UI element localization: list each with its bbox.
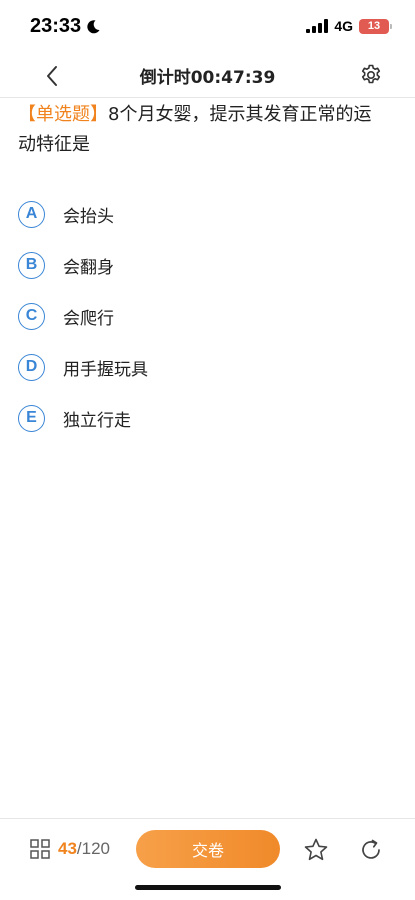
signal-icon [306, 19, 329, 33]
status-indicators: 4G 13 [306, 18, 392, 34]
total-questions: /120 [76, 839, 111, 858]
question-progress: 43/120 [58, 839, 110, 859]
status-bar: 23:33 4G 13 [0, 0, 415, 54]
nav-bar: 倒计时00:47:39 [0, 54, 415, 98]
star-icon[interactable] [303, 837, 329, 863]
option-text: 会翻身 [63, 257, 114, 278]
option-a[interactable]: A 会抬头 [18, 197, 398, 231]
option-text: 会抬头 [63, 206, 114, 227]
bottom-toolbar: 43/120 交卷 [0, 818, 415, 900]
question-grid-button[interactable]: 43/120 [30, 839, 110, 859]
exam-screen: 23:33 4G 13 倒计时00:47:39 【单选题】8个月女婴，提示其发育… [0, 0, 415, 900]
option-text: 会爬行 [63, 308, 114, 329]
battery-icon: 13 [359, 18, 392, 34]
settings-button[interactable] [357, 61, 385, 89]
option-letter: C [18, 302, 45, 330]
network-type: 4G [334, 18, 353, 34]
status-time-text: 23:33 [30, 15, 82, 37]
option-letter: B [18, 251, 45, 279]
option-c[interactable]: C 会爬行 [18, 299, 398, 333]
question-type-label: 【单选题】 [18, 104, 108, 125]
option-text: 用手握玩具 [63, 359, 148, 380]
moon-icon [87, 19, 100, 33]
battery-level: 13 [367, 20, 381, 32]
grid-icon [30, 839, 50, 859]
countdown-title: 倒计时00:47:39 [139, 68, 276, 88]
home-indicator [135, 885, 281, 890]
redo-icon[interactable] [358, 837, 384, 863]
current-question: 43 [58, 839, 77, 858]
submit-exam-button[interactable]: 交卷 [136, 830, 280, 868]
option-letter: E [18, 404, 45, 432]
option-letter: D [18, 353, 45, 381]
status-time: 23:33 [30, 15, 101, 38]
option-d[interactable]: D 用手握玩具 [18, 350, 398, 384]
option-e[interactable]: E 独立行走 [18, 401, 398, 435]
option-text: 独立行走 [63, 410, 131, 431]
gear-icon [361, 64, 381, 84]
option-b[interactable]: B 会翻身 [18, 248, 398, 282]
question-stem: 【单选题】8个月女婴，提示其发育正常的运动特征是 [18, 100, 388, 160]
options-list: A 会抬头 B 会翻身 C 会爬行 D 用手握玩具 E 独立行走 [18, 197, 398, 452]
option-letter: A [18, 200, 45, 228]
